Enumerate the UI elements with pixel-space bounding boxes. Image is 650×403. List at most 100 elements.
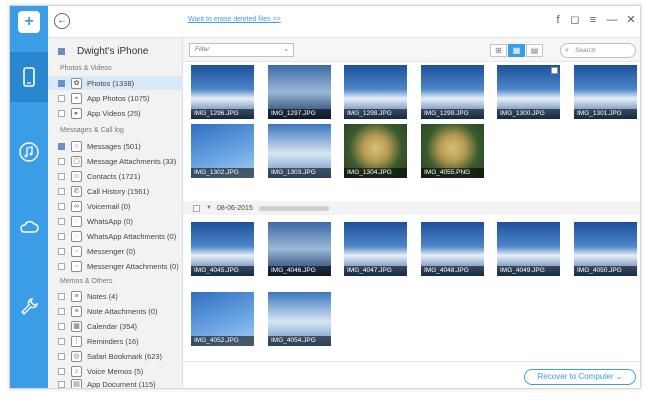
wrench-icon [21,298,38,315]
left-rail: + [10,6,48,388]
checkbox[interactable] [58,109,65,117]
checkbox[interactable] [58,142,65,150]
view-toggle: ⊞ ▦ ▤ [490,44,544,57]
checkbox[interactable] [58,352,65,360]
minimize-icon[interactable]: — [605,13,619,27]
phone-icon [23,67,35,87]
sidebar-item-app-photos[interactable]: ▪ App Photos (1075) [58,91,183,105]
rail-cloud-button[interactable] [10,202,48,252]
back-arrow-icon[interactable]: ← [54,13,70,29]
photo-grid-area: Filter ⌄ ⊞ ▦ ▤ ⌕ Search IMG_1296.JPG IMG_1… [183,38,640,361]
sidebar-item-photos[interactable]: ✿ Photos (1338) [48,76,183,90]
feedback-icon[interactable]: ◻ [568,13,582,27]
checkbox[interactable] [58,172,65,180]
music-icon [19,142,39,162]
checkbox[interactable] [58,307,65,315]
photos-icon: ✿ [71,77,82,89]
date-group-checkbox[interactable] [193,204,200,212]
recover-to-computer-button[interactable]: Recover to Computer ⌄ [524,369,636,385]
document-icon: ▤ [71,378,82,388]
checkbox[interactable] [58,187,65,195]
search-input[interactable]: ⌕ Search [560,43,636,58]
section-photos-videos: Photos & Videos [60,65,112,72]
sidebar-item-voicemail[interactable]: ∞ Voicemail (0) [58,199,183,213]
sidebar-item-messenger[interactable]: ◦ Messenger (0) [58,244,183,258]
compass-icon: ◎ [71,350,82,362]
photo-thumb[interactable]: IMG_1302.JPG [191,124,254,178]
sidebar-item-note-attachments[interactable]: ≡ Note Attachments (0) [58,304,183,318]
close-icon[interactable]: ✕ [624,13,638,27]
video-icon: ▸ [71,107,82,119]
checkbox[interactable] [58,217,65,225]
photo-thumb[interactable]: IMG_1300.JPG [497,65,560,119]
checkbox[interactable] [58,262,65,270]
chevron-down-icon: ⌄ [283,46,289,53]
blurred-text [258,205,329,211]
rail-music-button[interactable] [10,127,48,177]
photo-thumb[interactable]: IMG_4055.PNG [421,124,484,178]
contacts-icon: ☺ [71,170,82,182]
checkbox[interactable] [58,292,65,300]
photo-thumb[interactable]: IMG_4046.JPG [268,222,331,276]
device-row[interactable]: Dwight's iPhone [58,44,148,58]
checkbox[interactable] [58,337,65,345]
sidebar-item-message-attachments[interactable]: ▢ Message Attachments (33) [58,154,183,168]
attachment-icon: ◦ [71,260,82,272]
device-checkbox[interactable] [58,47,65,55]
voicemail-icon: ∞ [71,200,82,212]
photo-thumb[interactable]: IMG_1301.JPG [574,65,637,119]
checkbox[interactable] [58,232,65,240]
grid-large-view-icon[interactable]: ▦ [508,44,525,57]
photo-thumb[interactable]: IMG_4048.JPG [421,222,484,276]
photo-thumb[interactable]: IMG_1299.JPG [421,65,484,119]
sidebar-item-messages[interactable]: ○ Messages (501) [58,139,183,153]
checkbox[interactable] [58,380,65,388]
photo-thumb[interactable]: IMG_4054.JPG [268,292,331,346]
photo-thumb[interactable]: IMG_1304.JPG [344,124,407,178]
sidebar-item-call-history[interactable]: ✆ Call History (1561) [58,184,183,198]
photo-thumb[interactable]: IMG_1298.JPG [344,65,407,119]
sidebar-item-calendar[interactable]: ▦ Calendar (354) [58,319,183,333]
cloud-icon [20,220,39,233]
facebook-icon[interactable]: f [551,13,565,27]
checkbox[interactable] [58,157,65,165]
image-icon: ▪ [71,92,82,104]
sidebar-item-app-videos[interactable]: ▸ App Videos (25) [58,106,183,120]
photo-thumb[interactable]: IMG_4045.JPG [191,222,254,276]
checkbox[interactable] [58,322,65,330]
rail-tools-button[interactable] [10,282,48,332]
photo-thumb[interactable]: IMG_4047.JPG [344,222,407,276]
photo-thumb[interactable]: IMG_4050.JPG [574,222,637,276]
list-view-icon[interactable]: ▤ [526,44,543,57]
sidebar-item-contacts[interactable]: ☺ Contacts (1721) [58,169,183,183]
sidebar-item-whatsapp-attachments[interactable]: ◌ WhatsApp Attachments (0) [58,229,183,243]
rail-device-button[interactable] [10,52,48,102]
sidebar-item-reminders[interactable]: ⋮ Reminders (16) [58,334,183,348]
date-group-header[interactable]: ▼ 08-06-2015 [183,201,640,215]
photo-thumb[interactable]: IMG_1303.JPG [268,124,331,178]
filter-dropdown[interactable]: Filter ⌄ [189,43,294,57]
photo-thumb[interactable]: IMG_4049.JPG [497,222,560,276]
sidebar-item-safari-bookmark[interactable]: ◎ Safari Bookmark (623) [58,349,183,363]
checkbox[interactable] [58,202,65,210]
app-window: + ← Want to erase deleted files >> f ◻ ≡… [9,5,641,389]
sidebar-item-messenger-attachments[interactable]: ◦ Messenger Attachments (0) [58,259,183,273]
checkbox[interactable] [58,79,65,87]
sidebar-item-notes[interactable]: ≡ Notes (4) [58,289,183,303]
grid-small-view-icon[interactable]: ⊞ [490,44,507,57]
attachment-icon: ▢ [71,155,82,167]
photo-thumb[interactable]: IMG_4052.JPG [191,292,254,346]
search-icon: ⌕ [565,47,569,54]
sidebar-item-voice-memos[interactable]: ♪ Voice Memos (5) [58,364,183,378]
photo-checkbox[interactable] [551,67,558,74]
calendar-icon: ▦ [71,320,82,332]
menu-icon[interactable]: ≡ [586,13,600,27]
photo-thumb[interactable]: IMG_1297.JPG [268,65,331,119]
checkbox[interactable] [58,94,65,102]
erase-deleted-files-link[interactable]: Want to erase deleted files >> [188,16,281,23]
checkbox[interactable] [58,247,65,255]
sidebar-item-whatsapp[interactable]: ◌ WhatsApp (0) [58,214,183,228]
sidebar-item-app-document[interactable]: ▤ App Document (115) [58,377,183,388]
photo-thumb[interactable]: IMG_1296.JPG [191,65,254,119]
checkbox[interactable] [58,367,65,375]
